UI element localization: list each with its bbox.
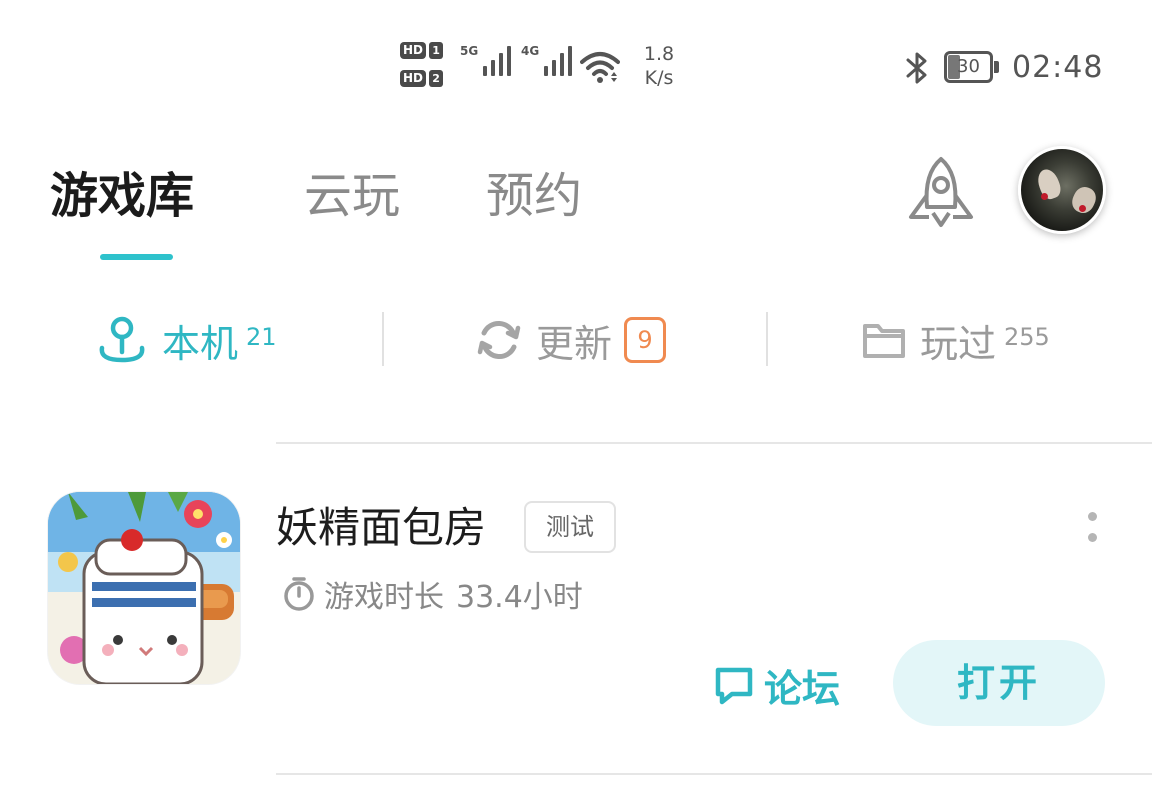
playtime-label: 游戏时长	[324, 580, 444, 615]
filter-local[interactable]: 本机 21	[96, 300, 277, 380]
filter-divider	[382, 312, 384, 366]
filter-local-count: 21	[246, 323, 277, 351]
filter-local-label: 本机	[162, 321, 239, 366]
list-divider	[276, 442, 1152, 444]
volte-indicators: HD 1 HD 2	[400, 40, 450, 96]
bluetooth-icon	[906, 52, 927, 84]
speed-unit: K/s	[644, 67, 674, 89]
filter-played[interactable]: 玩过 255	[862, 300, 1050, 380]
library-filter-bar: 本机 21 更新 9 玩过 255	[0, 300, 1152, 380]
signal-5g-icon: 5G	[460, 44, 512, 76]
speed-value: 1.8	[643, 43, 675, 65]
signal-4g-icon: 4G	[521, 44, 573, 76]
tab-reservation[interactable]: 预约	[486, 168, 582, 224]
game-title[interactable]: 妖精面包房	[276, 500, 486, 556]
active-tab-indicator	[100, 254, 173, 260]
game-icon[interactable]	[48, 492, 240, 684]
open-game-button[interactable]: 打开	[893, 640, 1105, 726]
rocket-icon[interactable]	[905, 155, 977, 229]
network-type: 4G	[521, 44, 540, 58]
tab-library[interactable]: 游戏库	[50, 168, 194, 224]
tab-cloud-play[interactable]: 云玩	[304, 168, 400, 224]
top-tab-bar: 游戏库 云玩 预约	[0, 150, 1152, 270]
battery-percent: 30	[957, 56, 980, 77]
filter-played-label: 玩过	[920, 321, 997, 366]
filter-divider	[766, 312, 768, 366]
filter-update-label: 更新	[536, 321, 613, 366]
sim-number: 2	[429, 69, 444, 87]
hd-label: HD	[400, 69, 427, 87]
filter-played-count: 255	[1004, 323, 1050, 351]
playtime-value: 33.4小时	[456, 580, 583, 615]
user-avatar[interactable]	[1018, 146, 1106, 234]
playtime-row: 游戏时长 33.4小时	[282, 572, 583, 616]
forum-label: 论坛	[764, 667, 841, 711]
status-bar: HD 1 HD 2 5G 4G 1.8 K/s 30 02:48	[0, 0, 1152, 110]
hd-label: HD	[400, 41, 427, 59]
battery-icon: 30	[944, 51, 999, 83]
folder-icon	[863, 324, 905, 358]
more-options-icon[interactable]	[1082, 508, 1104, 552]
update-count-badge: 9	[624, 317, 667, 363]
chat-icon	[715, 667, 753, 704]
forum-button[interactable]: 论坛	[712, 658, 840, 713]
network-type: 5G	[460, 44, 479, 58]
game-library-screen: HD 1 HD 2 5G 4G 1.8 K/s 30 02:48 游戏库 云玩 …	[0, 0, 1152, 793]
volte-sim1: HD 1	[400, 40, 450, 60]
list-divider	[276, 773, 1152, 775]
refresh-icon	[477, 321, 521, 359]
filter-update[interactable]: 更新 9	[476, 300, 667, 380]
volte-sim2: HD 2	[400, 68, 450, 88]
network-speed: 1.8 K/s	[634, 42, 684, 90]
wifi-icon	[580, 52, 620, 83]
local-pin-icon	[99, 316, 145, 363]
status-time: 02:48	[1012, 50, 1104, 85]
timer-icon	[284, 577, 314, 611]
sim-number: 1	[429, 41, 444, 59]
test-badge: 测试	[524, 501, 616, 553]
